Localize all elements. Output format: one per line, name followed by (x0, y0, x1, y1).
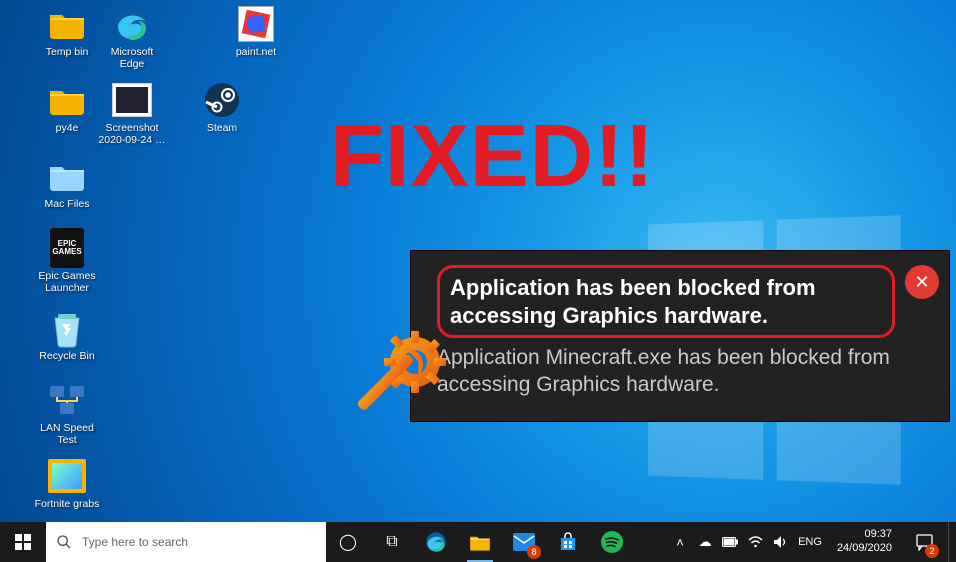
desktop-icon-label: LAN Speed Test (33, 422, 101, 446)
steam-icon (202, 80, 242, 120)
cortana-button[interactable]: ◯ (326, 522, 370, 562)
wrench-gear-icon (335, 302, 465, 432)
lan-speed-icon (47, 380, 87, 420)
microsoft-edge-icon (112, 4, 152, 44)
battery-icon[interactable] (719, 522, 741, 562)
desktop-icon-label: Recycle Bin (39, 350, 94, 362)
tray-chevron-icon[interactable]: ˄ (669, 522, 691, 562)
desktop-icon-microsoft-edge[interactable]: Microsoft Edge (98, 4, 166, 70)
mac-files-icon (47, 156, 87, 196)
desktop-icon-temp-bin[interactable]: Temp bin (33, 4, 101, 58)
volume-icon[interactable] (769, 522, 791, 562)
onedrive-icon[interactable]: ☁ (694, 522, 716, 562)
desktop-icon-lan-speed[interactable]: LAN Speed Test (33, 380, 101, 446)
desktop-icon-label: Steam (207, 122, 237, 134)
taskbar-badge: 8 (527, 545, 541, 559)
show-desktop-button[interactable] (948, 522, 954, 562)
search-input[interactable]: Type here to search (46, 522, 326, 562)
desktop-icon-label: Microsoft Edge (98, 46, 166, 70)
desktop-icon-screenshot[interactable]: Screenshot 2020-09-24 … (98, 80, 166, 146)
action-center-button[interactable]: 2 (903, 522, 945, 562)
wifi-icon[interactable] (744, 522, 766, 562)
close-icon[interactable]: ✕ (905, 265, 939, 299)
desktop-icon-label: Fortnite grabs (35, 498, 100, 510)
desktop-icon-paint-net[interactable]: paint.net (222, 4, 290, 58)
desktop-icon-label: Epic Games Launcher (33, 270, 101, 294)
temp-bin-icon (47, 4, 87, 44)
screenshot-icon (112, 80, 152, 120)
clock[interactable]: 09:37 24/09/2020 (829, 528, 900, 556)
notification-title-highlight: Application has been blocked from access… (437, 265, 895, 338)
desktop-icon-fortnite-grabs[interactable]: Fortnite grabs (33, 456, 101, 510)
desktop-icon-steam[interactable]: Steam (188, 80, 256, 134)
desktop-icon-mac-files[interactable]: Mac Files (33, 156, 101, 210)
language-indicator[interactable]: ENG (794, 522, 826, 562)
desktop-icon-label: Temp bin (46, 46, 89, 58)
taskbar: Type here to search ◯⧉ 8 ˄ ☁ ENG 09:37 24… (0, 522, 956, 562)
desktop-icon-label: paint.net (236, 46, 276, 58)
search-icon (56, 534, 72, 550)
desktop-icon-label: Mac Files (45, 198, 90, 210)
desktop-icon-label: py4e (56, 122, 79, 134)
notification-badge: 2 (925, 544, 939, 558)
fortnite-grabs-icon (47, 456, 87, 496)
task-view-button[interactable]: ⧉ (370, 522, 414, 562)
store-taskbar[interactable] (546, 522, 590, 562)
start-button[interactable] (0, 522, 46, 562)
file-explorer-taskbar[interactable] (458, 522, 502, 562)
notification-body: Application Minecraft.exe has been block… (437, 344, 895, 399)
error-notification-toast: ✕ Application has been blocked from acce… (410, 250, 950, 422)
desktop-icon-recycle-bin[interactable]: Recycle Bin (33, 308, 101, 362)
recycle-bin-icon (47, 308, 87, 348)
search-placeholder: Type here to search (82, 535, 188, 549)
py4e-icon (47, 80, 87, 120)
paint-net-icon (236, 4, 276, 44)
windows-icon (15, 534, 31, 550)
clock-date: 24/09/2020 (837, 542, 892, 556)
edge-taskbar[interactable] (414, 522, 458, 562)
fixed-overlay-text: FIXED!! (330, 105, 655, 207)
spotify-taskbar[interactable] (590, 522, 634, 562)
desktop-icon-label: Screenshot 2020-09-24 … (98, 122, 166, 146)
desktop-icon-epic-games[interactable]: EPICGAMES Epic Games Launcher (33, 228, 101, 294)
system-tray: ˄ ☁ ENG 09:37 24/09/2020 2 (663, 522, 956, 562)
desktop-icon-py4e[interactable]: py4e (33, 80, 101, 134)
notification-title: Application has been blocked from access… (450, 274, 882, 329)
epic-games-icon: EPICGAMES (47, 228, 87, 268)
mail-taskbar[interactable]: 8 (502, 522, 546, 562)
clock-time: 09:37 (864, 528, 892, 542)
